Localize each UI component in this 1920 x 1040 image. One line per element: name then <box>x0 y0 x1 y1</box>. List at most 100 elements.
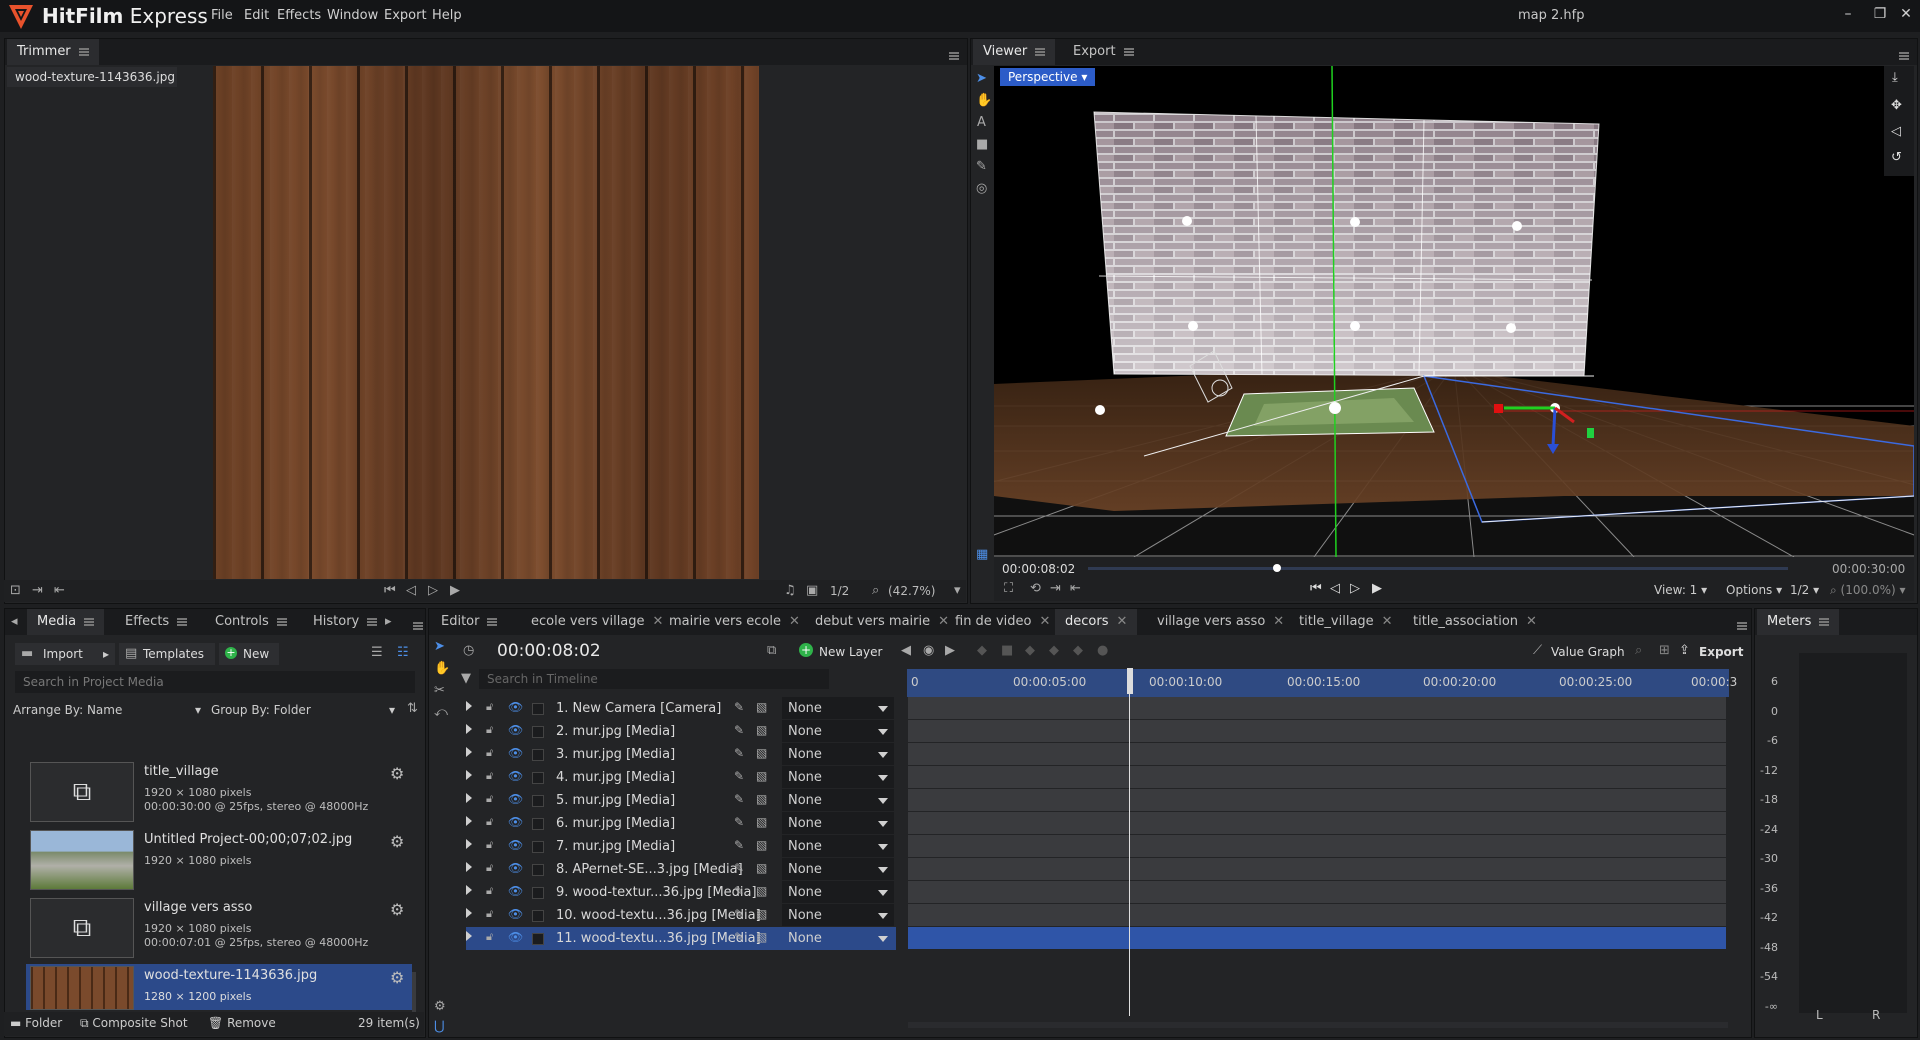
eye-icon[interactable]: 👁︎ <box>508 884 523 898</box>
settings-icon[interactable]: ⚙ <box>434 999 446 1014</box>
hand-tool-icon[interactable]: ✋ <box>976 93 992 108</box>
select-tool-icon[interactable]: ➤ <box>976 71 987 86</box>
timeline-ruler[interactable]: 0 00:00:05:00 00:00:10:00 00:00:15:00 00… <box>907 669 1737 697</box>
expand-arrow-icon[interactable] <box>466 747 472 757</box>
tab-fin-de-video[interactable]: fin de video ✕ <box>945 609 1060 635</box>
eye-icon[interactable]: 👁︎ <box>508 907 523 921</box>
panel-menu-icon[interactable] <box>941 48 959 63</box>
timeline-track[interactable] <box>908 743 1726 765</box>
timeline-track[interactable] <box>908 766 1726 788</box>
tab-title-village[interactable]: title_village ✕ <box>1289 609 1403 635</box>
tab-trimmer[interactable]: Trimmer <box>7 39 99 65</box>
tabs-left-icon[interactable]: ◂ <box>11 614 18 629</box>
fullscreen-icon[interactable]: ⛶ <box>1004 581 1013 596</box>
perspective-dropdown[interactable]: Perspective ▾ <box>1000 68 1096 86</box>
tab-effects[interactable]: Effects <box>115 609 197 635</box>
pen-icon[interactable]: ✎ <box>734 769 744 783</box>
chevron-down-icon[interactable] <box>878 867 888 873</box>
effects-icon[interactable]: ▧ <box>756 907 767 921</box>
timeline-playhead[interactable] <box>1129 668 1130 1016</box>
expand-arrow-icon[interactable] <box>466 862 472 872</box>
import-button[interactable]: ▬ Import ▸ <box>15 643 115 665</box>
zoom-icon[interactable]: ⌕ <box>872 583 879 598</box>
blend-mode-dropdown[interactable]: None <box>788 839 822 854</box>
sort-icon[interactable]: ⇅ <box>407 701 418 716</box>
menu-window[interactable]: Window <box>327 8 378 23</box>
filter-icon[interactable]: ▼ <box>461 671 471 686</box>
eye-icon[interactable]: 👁︎ <box>508 792 523 806</box>
panel-menu-icon[interactable] <box>405 618 423 633</box>
effects-icon[interactable]: ▧ <box>756 723 767 737</box>
layer-row[interactable]: 🔓︎ 👁︎ 10. wood-textu...36.jpg [Media] ✎ ▧ Non… <box>466 904 896 927</box>
effects-icon[interactable]: ▧ <box>756 930 767 944</box>
chevron-down-icon[interactable] <box>878 890 888 896</box>
expand-arrow-icon[interactable] <box>466 885 472 895</box>
export-frame-icon[interactable]: ⇥ <box>1050 581 1061 596</box>
solo-checkbox[interactable] <box>532 864 544 876</box>
effects-icon[interactable]: ▧ <box>756 861 767 875</box>
overlay-icon[interactable]: ⇤ <box>54 583 65 598</box>
expand-arrow-icon[interactable] <box>466 931 472 941</box>
lock-icon[interactable]: 🔓︎ <box>486 746 493 760</box>
wood-floor-layer[interactable] <box>994 366 1914 511</box>
gear-icon[interactable]: ⚙ <box>390 832 404 851</box>
blend-mode-dropdown[interactable]: None <box>788 908 822 923</box>
keyframe-icon[interactable]: ◆ <box>1073 643 1083 658</box>
pen-tool-icon[interactable]: ✎ <box>976 159 987 174</box>
panel-menu-icon[interactable] <box>1729 618 1747 633</box>
lock-icon[interactable]: 🔓︎ <box>486 930 493 944</box>
solo-checkbox[interactable] <box>532 910 544 922</box>
media-item[interactable]: ⧉ village vers asso 1920 × 1080 pixels 0… <box>26 896 412 960</box>
chevron-down-icon[interactable] <box>878 798 888 804</box>
lock-icon[interactable]: 🔓︎ <box>486 723 493 737</box>
media-search-input[interactable]: Search in Project Media <box>15 671 415 693</box>
panel-menu-icon[interactable] <box>1891 48 1909 63</box>
layer-row[interactable]: 🔓︎ 👁︎ 2. mur.jpg [Media] ✎ ▧ None <box>466 720 896 743</box>
media-item[interactable]: Untitled Project-00;00;07;02.jpg 1920 × … <box>26 828 412 892</box>
new-layer-button[interactable]: New Layer <box>819 645 882 659</box>
timeline-scrollbar[interactable] <box>908 1022 1728 1028</box>
trimmer-zoom-percent[interactable]: (42.7%) <box>888 584 935 598</box>
lock-icon[interactable]: 🔓︎ <box>486 700 493 714</box>
eye-icon[interactable]: 👁︎ <box>508 838 523 852</box>
hand-tool-icon[interactable]: ✋ <box>434 661 450 676</box>
chevron-down-icon[interactable] <box>878 752 888 758</box>
chevron-down-icon[interactable] <box>878 844 888 850</box>
timeline-track[interactable] <box>908 904 1726 926</box>
solo-checkbox[interactable] <box>532 933 544 945</box>
tab-meters[interactable]: Meters <box>1757 609 1840 635</box>
tab-ecole-vers-village[interactable]: ecole vers village ✕ <box>521 609 673 635</box>
lock-icon[interactable]: 🔓︎ <box>486 838 493 852</box>
audio-icon[interactable]: ♫ <box>784 583 796 598</box>
tabs-right-icon[interactable]: ▸ <box>385 614 392 629</box>
timeline-track[interactable] <box>908 927 1726 949</box>
solo-checkbox[interactable] <box>532 749 544 761</box>
lock-icon[interactable]: 🔓︎ <box>486 907 493 921</box>
eye-icon[interactable]: 👁︎ <box>508 861 523 875</box>
keyframe-icon[interactable]: ◆ <box>1049 643 1059 658</box>
effects-icon[interactable]: ▧ <box>756 792 767 806</box>
remove-button[interactable]: 🗑 Remove <box>208 1016 276 1030</box>
folder-button[interactable]: ▬ Folder <box>10 1016 62 1030</box>
viewer-zoom[interactable]: ⌕ (100.0%) ▾ <box>1830 583 1906 598</box>
keyframe-icon[interactable]: ◆ <box>977 643 987 658</box>
effects-icon[interactable]: ▧ <box>756 700 767 714</box>
prev-keyframe-icon[interactable]: ◀ <box>901 643 911 658</box>
tab-export[interactable]: Export <box>1063 39 1144 65</box>
blend-mode-dropdown[interactable]: None <box>788 885 822 900</box>
blend-mode-dropdown[interactable]: None <box>788 770 822 785</box>
step-back-icon[interactable]: ◁ <box>1330 581 1340 596</box>
pen-icon[interactable]: ✎ <box>734 792 744 806</box>
pan-icon[interactable]: ✥ <box>1891 98 1902 113</box>
step-forward-icon[interactable]: ▷ <box>1350 581 1360 596</box>
eye-icon[interactable]: 👁︎ <box>508 700 523 714</box>
expand-arrow-icon[interactable] <box>466 816 472 826</box>
expand-arrow-icon[interactable] <box>466 770 472 780</box>
effects-icon[interactable]: ▧ <box>756 746 767 760</box>
effects-icon[interactable]: ▧ <box>756 769 767 783</box>
export-button[interactable]: Export <box>1699 645 1743 659</box>
insert-icon[interactable]: ⇥ <box>32 583 43 598</box>
expand-arrow-icon[interactable] <box>466 701 472 711</box>
new-button[interactable]: + New <box>219 643 279 665</box>
timeline-track[interactable] <box>908 789 1726 811</box>
